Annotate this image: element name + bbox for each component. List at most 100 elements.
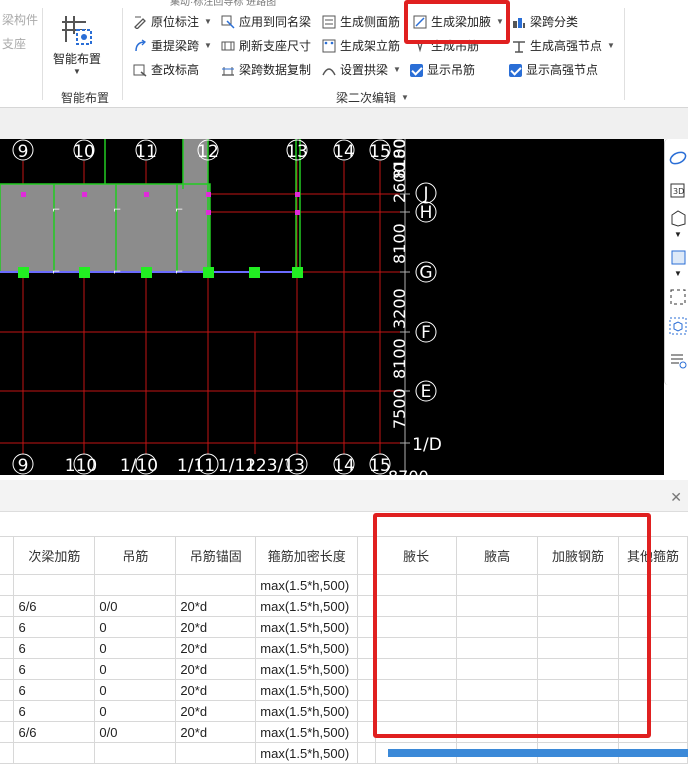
table-cell-haunch[interactable] bbox=[456, 616, 539, 638]
table-cell-haunch[interactable] bbox=[456, 679, 539, 701]
generate-haunch-button[interactable]: 生成梁加腋 ▼ bbox=[413, 12, 504, 32]
table-cell[interactable]: 20*d bbox=[175, 616, 257, 638]
table-cell[interactable]: 20*d bbox=[175, 595, 257, 617]
table-cell-haunch[interactable] bbox=[375, 700, 458, 722]
span-data-copy-button[interactable]: 梁跨数据复制 bbox=[221, 60, 311, 80]
table-row[interactable]: 6 0 20*d max(1.5*h,500) bbox=[0, 679, 688, 701]
table-cell[interactable]: max(1.5*h,500) bbox=[255, 658, 359, 680]
table-cell-haunch[interactable] bbox=[617, 595, 688, 617]
table-cell-haunch[interactable] bbox=[537, 679, 619, 701]
table-cell[interactable]: max(1.5*h,500) bbox=[255, 574, 359, 596]
table-cell[interactable]: 0 bbox=[94, 700, 177, 722]
generate-erection-rebar-button[interactable]: 生成架立筋 bbox=[322, 36, 400, 56]
table-cell-haunch[interactable] bbox=[537, 595, 619, 617]
table-cell[interactable]: 20*d bbox=[175, 679, 257, 701]
table-cell[interactable]: 20*d bbox=[175, 721, 257, 743]
table-cell[interactable]: 0 bbox=[94, 679, 177, 701]
table-cell-haunch[interactable] bbox=[375, 679, 458, 701]
table-row[interactable]: max(1.5*h,500) bbox=[0, 574, 688, 596]
table-cell-haunch[interactable] bbox=[456, 595, 539, 617]
in-place-annotation-button[interactable]: 原位标注 ▼ bbox=[133, 12, 212, 32]
table-cell[interactable]: 6/6 bbox=[13, 721, 96, 743]
table-cell[interactable]: 6 bbox=[13, 700, 96, 722]
refresh-support-size-button[interactable]: 刷新支座尺寸 bbox=[221, 36, 311, 56]
table-cell[interactable] bbox=[13, 574, 96, 596]
table-row[interactable]: 6 0 20*d max(1.5*h,500) bbox=[0, 637, 688, 659]
column-header[interactable]: 次梁加筋 bbox=[13, 536, 96, 575]
close-icon[interactable]: ✕ bbox=[670, 489, 682, 506]
table-cell[interactable]: 6 bbox=[13, 679, 96, 701]
table-cell[interactable] bbox=[175, 574, 257, 596]
table-cell-haunch[interactable] bbox=[375, 595, 458, 617]
generate-high-strength-node-button[interactable]: 生成高强节点 ▼ bbox=[512, 36, 615, 56]
column-header[interactable]: 吊筋 bbox=[94, 536, 177, 575]
box-select-icon[interactable] bbox=[669, 317, 687, 335]
properties-list-icon[interactable] bbox=[669, 351, 687, 369]
table-cell-haunch[interactable] bbox=[537, 637, 619, 659]
table-cell[interactable]: max(1.5*h,500) bbox=[255, 721, 359, 743]
view-3d-icon[interactable]: 3D bbox=[669, 181, 687, 199]
table-cell[interactable]: 6 bbox=[13, 658, 96, 680]
generate-hanger-button[interactable]: 生成吊筋 bbox=[413, 36, 479, 56]
set-arch-beam-button[interactable]: 设置拱梁 ▼ bbox=[322, 60, 401, 80]
table-cell-haunch[interactable] bbox=[456, 658, 539, 680]
cube-solid-icon[interactable] bbox=[669, 248, 687, 266]
table-cell-haunch[interactable] bbox=[617, 637, 688, 659]
table-cell[interactable]: max(1.5*h,500) bbox=[255, 595, 359, 617]
table-cell[interactable]: 6/6 bbox=[13, 595, 96, 617]
table-cell-haunch[interactable] bbox=[617, 574, 688, 596]
table-cell-haunch[interactable] bbox=[537, 616, 619, 638]
table-cell-haunch[interactable] bbox=[617, 700, 688, 722]
table-cell[interactable] bbox=[175, 742, 257, 764]
chevron-down-icon[interactable]: ▼ bbox=[669, 230, 687, 248]
table-cell[interactable]: max(1.5*h,500) bbox=[255, 700, 359, 722]
chevron-down-icon[interactable]: ▼ bbox=[669, 269, 687, 287]
column-header[interactable]: 箍筋加密长度 bbox=[255, 536, 359, 575]
span-classification-button[interactable]: 梁跨分类 bbox=[512, 12, 578, 32]
table-cell[interactable]: 0 bbox=[94, 637, 177, 659]
horizontal-scrollbar[interactable] bbox=[388, 749, 688, 757]
table-cell-haunch[interactable] bbox=[537, 700, 619, 722]
table-cell-haunch[interactable] bbox=[617, 679, 688, 701]
check-elevation-button[interactable]: 查改标高 bbox=[133, 60, 199, 80]
generate-side-rebar-button[interactable]: 生成侧面筋 bbox=[322, 12, 400, 32]
orbit-icon[interactable] bbox=[669, 149, 687, 167]
table-cell[interactable]: max(1.5*h,500) bbox=[255, 742, 359, 764]
table-cell[interactable] bbox=[94, 742, 177, 764]
table-cell[interactable]: 6 bbox=[13, 616, 96, 638]
column-header[interactable]: 加腋钢筋 bbox=[537, 536, 619, 575]
table-row[interactable]: 6/6 0/0 20*d max(1.5*h,500) bbox=[0, 721, 688, 743]
chevron-down-icon[interactable]: ▼ bbox=[401, 93, 409, 102]
table-cell-haunch[interactable] bbox=[617, 721, 688, 743]
ribbon-item-support[interactable]: 支座 bbox=[0, 32, 40, 56]
table-row[interactable]: 6 0 20*d max(1.5*h,500) bbox=[0, 616, 688, 638]
apply-same-name-button[interactable]: 应用到同名梁 bbox=[221, 12, 311, 32]
table-cell[interactable] bbox=[94, 574, 177, 596]
drawing-canvas[interactable]: ⌐ ⌐ ⌐ ⌐ ⌐ ⌐ 9 10 11 12 13 14 15 9 110 1/10 1… bbox=[0, 139, 664, 475]
select-region-icon[interactable] bbox=[669, 288, 687, 306]
table-cell[interactable] bbox=[13, 742, 96, 764]
table-row[interactable]: 6 0 20*d max(1.5*h,500) bbox=[0, 700, 688, 722]
table-cell[interactable]: 0 bbox=[94, 658, 177, 680]
table-cell[interactable]: 6 bbox=[13, 637, 96, 659]
table-cell-haunch[interactable] bbox=[537, 721, 619, 743]
show-hanger-checkbox[interactable]: 显示吊筋 bbox=[410, 60, 475, 80]
column-header[interactable]: 腋长 bbox=[375, 536, 458, 575]
column-header[interactable]: 其他箍筋 bbox=[617, 536, 688, 575]
table-cell-haunch[interactable] bbox=[375, 658, 458, 680]
table-cell-haunch[interactable] bbox=[617, 658, 688, 680]
re-extract-span-button[interactable]: 重提梁跨 ▼ bbox=[133, 36, 212, 56]
column-header[interactable]: 腋高 bbox=[456, 536, 539, 575]
table-cell-haunch[interactable] bbox=[375, 637, 458, 659]
table-cell[interactable]: max(1.5*h,500) bbox=[255, 679, 359, 701]
table-cell-haunch[interactable] bbox=[537, 574, 619, 596]
table-cell-haunch[interactable] bbox=[456, 637, 539, 659]
table-cell[interactable]: 20*d bbox=[175, 637, 257, 659]
show-high-strength-node-checkbox[interactable]: 显示高强节点 bbox=[509, 60, 598, 80]
table-cell-haunch[interactable] bbox=[375, 574, 458, 596]
table-cell[interactable]: 0 bbox=[94, 616, 177, 638]
cube-view-icon[interactable] bbox=[669, 209, 687, 227]
table-cell[interactable]: 0/0 bbox=[94, 595, 177, 617]
table-row[interactable]: 6/6 0/0 20*d max(1.5*h,500) bbox=[0, 595, 688, 617]
table-cell[interactable]: max(1.5*h,500) bbox=[255, 616, 359, 638]
